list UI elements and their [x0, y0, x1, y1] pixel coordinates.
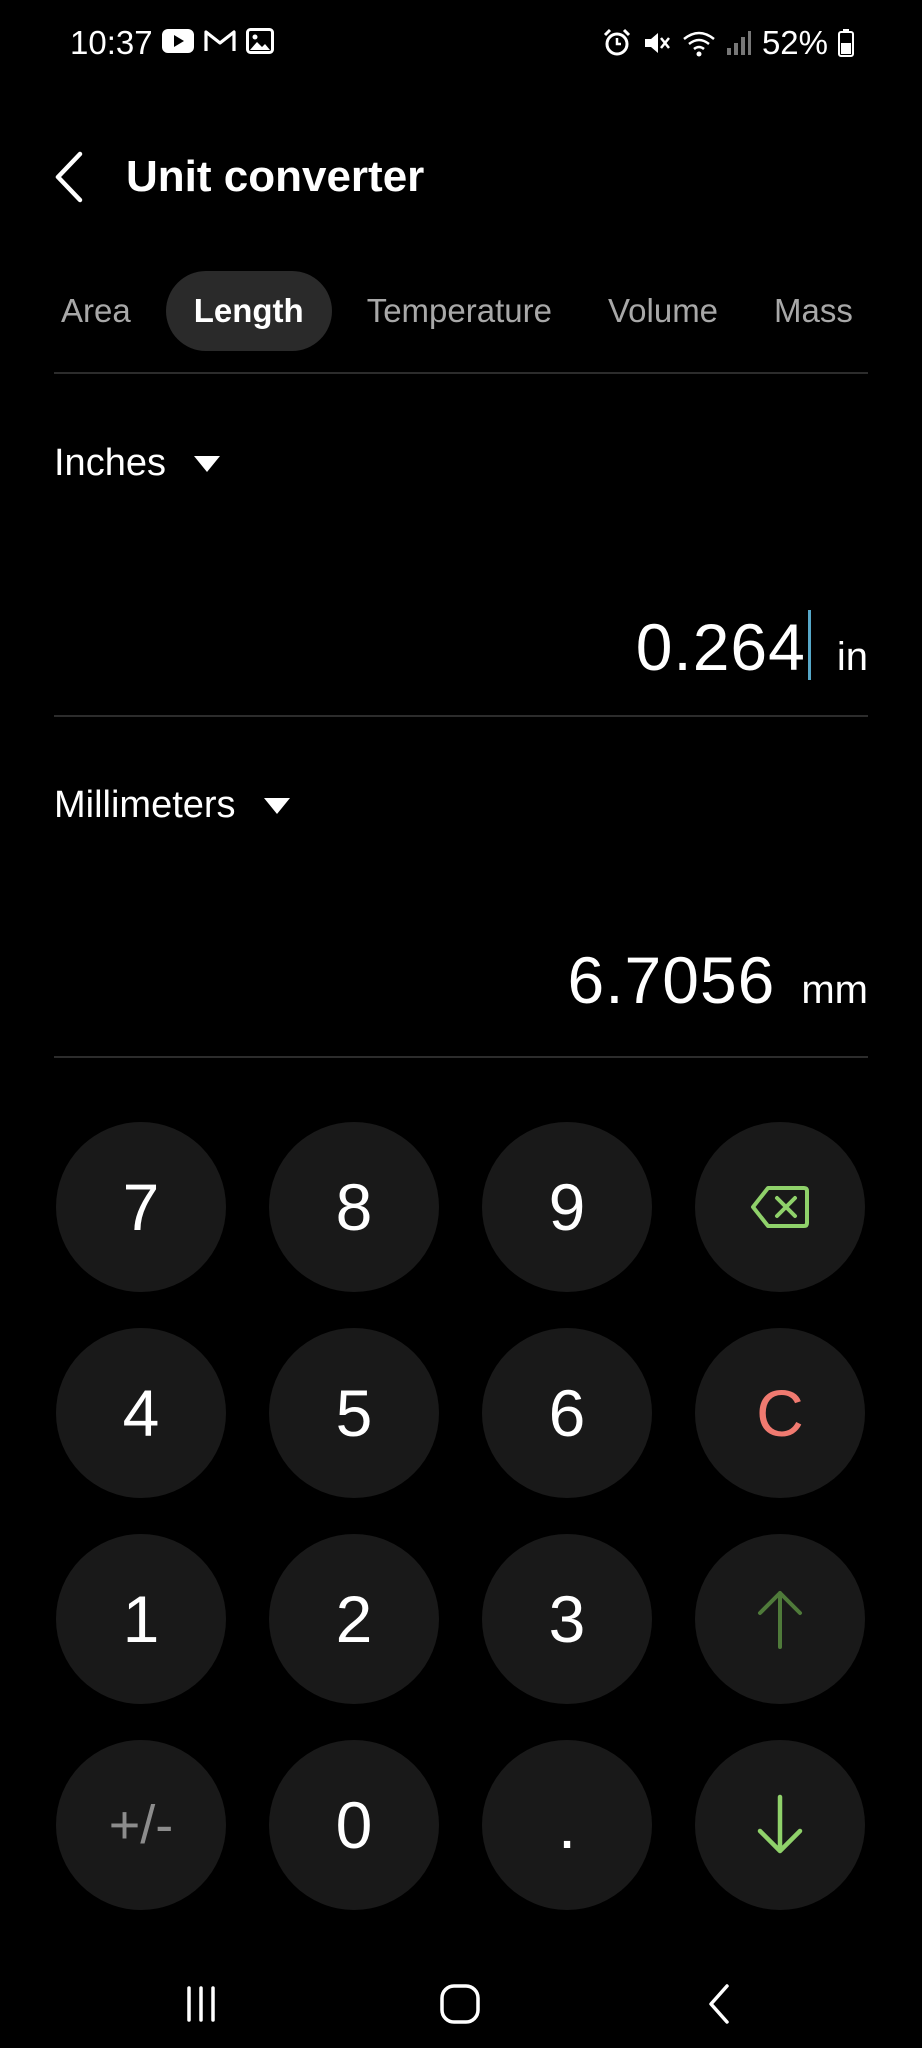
backspace-icon	[751, 1186, 809, 1228]
backspace-button[interactable]	[695, 1122, 865, 1292]
gallery-icon	[246, 28, 274, 54]
key-7[interactable]: 7	[56, 1122, 226, 1292]
key-9[interactable]: 9	[482, 1122, 652, 1292]
plus-minus-button[interactable]: +/-	[56, 1740, 226, 1910]
clear-button[interactable]: C	[695, 1328, 865, 1498]
recent-apps-button[interactable]	[171, 1974, 231, 2034]
from-unit-abbr: in	[836, 635, 868, 679]
to-unit-label: Millimeters	[54, 784, 236, 826]
key-4[interactable]: 4	[56, 1328, 226, 1498]
key-5[interactable]: 5	[269, 1328, 439, 1498]
home-button[interactable]	[430, 1974, 490, 2034]
to-unit-dropdown[interactable]: Millimeters	[54, 784, 290, 827]
battery-percent: 52%	[761, 24, 828, 61]
from-value: 0.264	[635, 610, 806, 684]
tab-length[interactable]: Length	[165, 271, 332, 351]
tab-temperature[interactable]: Temperature	[346, 271, 573, 351]
key-6[interactable]: 6	[482, 1328, 652, 1498]
key-0[interactable]: 0	[269, 1740, 439, 1910]
mute-icon	[644, 33, 670, 53]
key-3[interactable]: 3	[482, 1534, 652, 1704]
tab-area[interactable]: Area	[40, 271, 152, 351]
to-value: 6.7056	[567, 943, 776, 1017]
key-1[interactable]: 1	[56, 1534, 226, 1704]
tab-volume[interactable]: Volume	[587, 271, 739, 351]
move-down-button[interactable]	[695, 1740, 865, 1910]
to-value-field[interactable]: 6.7056 mm	[567, 942, 868, 1018]
from-value-field[interactable]: 0.264 in	[636, 600, 868, 685]
arrow-down-icon	[757, 1794, 803, 1854]
dropdown-caret-icon	[193, 455, 220, 472]
dropdown-caret-icon	[263, 797, 290, 814]
decimal-point-button[interactable]: .	[482, 1740, 652, 1910]
text-cursor	[807, 610, 811, 680]
home-icon	[440, 1984, 480, 2024]
status-time: 10:37	[70, 24, 153, 61]
category-tabs: Area Length Temperature Volume Mass	[40, 270, 890, 352]
tab-mass[interactable]: Mass	[753, 271, 874, 351]
divider	[54, 372, 868, 374]
battery-icon	[838, 29, 854, 57]
page-title: Unit converter	[126, 152, 425, 201]
move-up-button[interactable]	[695, 1534, 865, 1704]
arrow-up-icon	[758, 1591, 802, 1649]
from-unit-label: Inches	[54, 442, 166, 484]
gmail-icon	[204, 30, 236, 51]
back-arrow-icon[interactable]	[50, 148, 96, 206]
back-button[interactable]	[690, 1974, 750, 2034]
key-2[interactable]: 2	[269, 1534, 439, 1704]
signal-icon	[726, 31, 751, 55]
status-bar: 10:37 52%	[0, 0, 922, 90]
divider	[54, 1056, 868, 1058]
youtube-icon	[162, 29, 194, 53]
recent-apps-icon	[187, 1986, 215, 2022]
divider	[54, 715, 868, 717]
keypad: 7 8 9 4 5 6 C 1 2 3 +/- 0 .	[56, 1122, 866, 1910]
back-icon	[709, 1984, 729, 2024]
key-8[interactable]: 8	[269, 1122, 439, 1292]
to-unit-abbr: mm	[801, 968, 868, 1012]
alarm-icon	[603, 28, 630, 56]
navigation-bar	[0, 1960, 922, 2048]
from-unit-dropdown[interactable]: Inches	[54, 442, 220, 485]
wifi-icon	[683, 31, 715, 57]
